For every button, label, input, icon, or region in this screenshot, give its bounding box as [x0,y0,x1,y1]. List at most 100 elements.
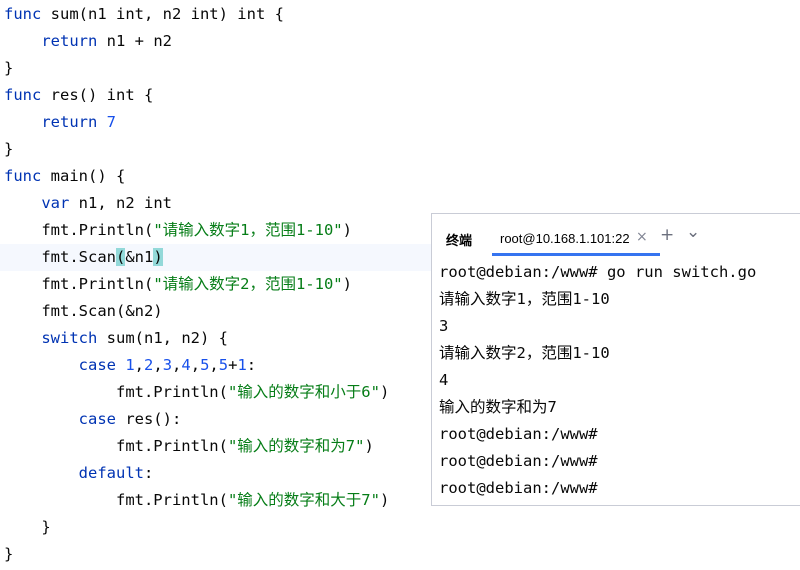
terminal-line: root@debian:/www# go run switch.go [439,263,757,281]
code-line-text: fmt.Println("输入的数字和小于6") [4,379,389,406]
code-token: 4 [181,356,191,374]
code-token: : [246,356,257,374]
code-token: 7 [106,113,117,131]
code-line[interactable]: return n1 + n2 [0,28,800,55]
code-token: ) [342,221,352,239]
code-line-text: default: [4,460,154,487]
code-line-text: func res() int { [4,82,153,109]
code-token: , [172,356,182,374]
code-token: res(): [115,410,182,428]
code-token: ) [342,275,352,293]
add-tab-icon[interactable]: + [660,227,674,244]
code-token: main() { [41,167,126,185]
code-token: fmt.Scan [4,248,116,266]
code-token: 2 [144,356,154,374]
terminal-tab-ssh[interactable]: root@10.168.1.101:22 × [492,222,660,256]
chevron-down-icon[interactable]: ⌄ [686,224,700,241]
code-token: &n1 [125,248,154,266]
code-line[interactable]: return 7 [0,109,800,136]
code-line[interactable]: func sum(n1 int, n2 int) int { [0,1,800,28]
code-line-text: fmt.Println("输入的数字和大于7") [4,487,389,514]
code-line[interactable]: } [0,136,800,163]
code-token: func [4,167,42,185]
code-line-text: } [4,55,13,82]
terminal-line: 3 [439,317,449,335]
terminal-tab-bar: 终端 root@10.168.1.101:22 × + ⌄ [432,214,800,259]
terminal-line: root@debian:/www# [439,479,598,497]
terminal-tab-label: root@10.168.1.101:22 [500,231,630,246]
terminal-line: 请输入数字1，范围1-10 [439,290,610,308]
code-line[interactable]: } [0,541,800,568]
code-token: , [209,356,219,374]
code-token: } [4,518,51,536]
code-line[interactable]: func main() { [0,163,800,190]
code-token: } [4,140,14,158]
code-token: func [4,86,42,104]
code-token: fmt.Println( [4,437,228,455]
code-token: fmt.Scan(&n2) [4,302,163,320]
terminal-line: root@debian:/www# [439,452,598,470]
code-token: fmt.Println( [4,383,228,401]
code-line-text: fmt.Println("请输入数字1，范围1-10") [4,217,352,244]
code-token: case [78,410,116,428]
code-token: ) [379,383,390,401]
code-line-text: case 1,2,3,4,5,5+1: [4,352,256,379]
code-line-text: func sum(n1 int, n2 int) int { [4,1,284,28]
code-token: 3 [162,356,173,374]
code-token: default [78,464,144,482]
code-token: ) [379,491,390,509]
code-token: ) [364,437,374,455]
code-token: case [78,356,116,374]
code-token: "输入的数字和为7" [227,437,365,455]
code-token: "输入的数字和小于6" [227,383,380,401]
code-line-text: return 7 [4,109,116,136]
code-token: ( [115,248,126,266]
code-line-text: switch sum(n1, n2) { [4,325,228,352]
code-token: fmt.Println( [4,491,228,509]
code-token: : [143,464,154,482]
close-icon[interactable]: × [636,229,648,245]
code-token: n1 + n2 [97,32,172,50]
code-token: "输入的数字和大于7" [227,491,380,509]
code-line-text: fmt.Scan(&n1) [4,244,163,271]
code-token: func [4,5,42,23]
code-token: 5 [218,356,229,374]
code-line-text: fmt.Scan(&n2) [4,298,163,325]
code-line-text: } [4,541,13,568]
code-line[interactable]: } [0,55,800,82]
code-token: , [190,356,201,374]
code-token: sum(n1, n2) { [97,329,228,347]
code-token: fmt.Println( [4,275,154,293]
code-token: fmt.Println( [4,221,154,239]
terminal-panel[interactable]: 终端 root@10.168.1.101:22 × + ⌄ root@debia… [431,213,800,506]
terminal-panel-title: 终端 [446,233,473,248]
code-token: res() int { [41,86,154,104]
code-token: "请输入数字1，范围1-10" [153,221,343,239]
code-line-text: fmt.Println("输入的数字和为7") [4,433,374,460]
code-line-text: } [4,514,51,541]
code-token: ) [153,248,163,266]
code-token: } [4,59,14,77]
code-token: sum(n1 int, n2 int) int { [41,5,284,23]
code-line-text: fmt.Println("请输入数字2，范围1-10") [4,271,352,298]
code-line-text: func main() { [4,163,125,190]
code-line-text: } [4,136,13,163]
code-token: var [41,194,70,212]
code-line[interactable]: } [0,514,800,541]
code-token: , [134,356,145,374]
code-line[interactable]: func res() int { [0,82,800,109]
terminal-line: 4 [439,371,449,389]
terminal-line: root@debian:/www# [439,425,598,443]
code-line-text: var n1, n2 int [4,190,172,217]
code-token: } [4,545,14,563]
code-line-text: return n1 + n2 [4,28,172,55]
code-token: 1 [125,356,135,374]
